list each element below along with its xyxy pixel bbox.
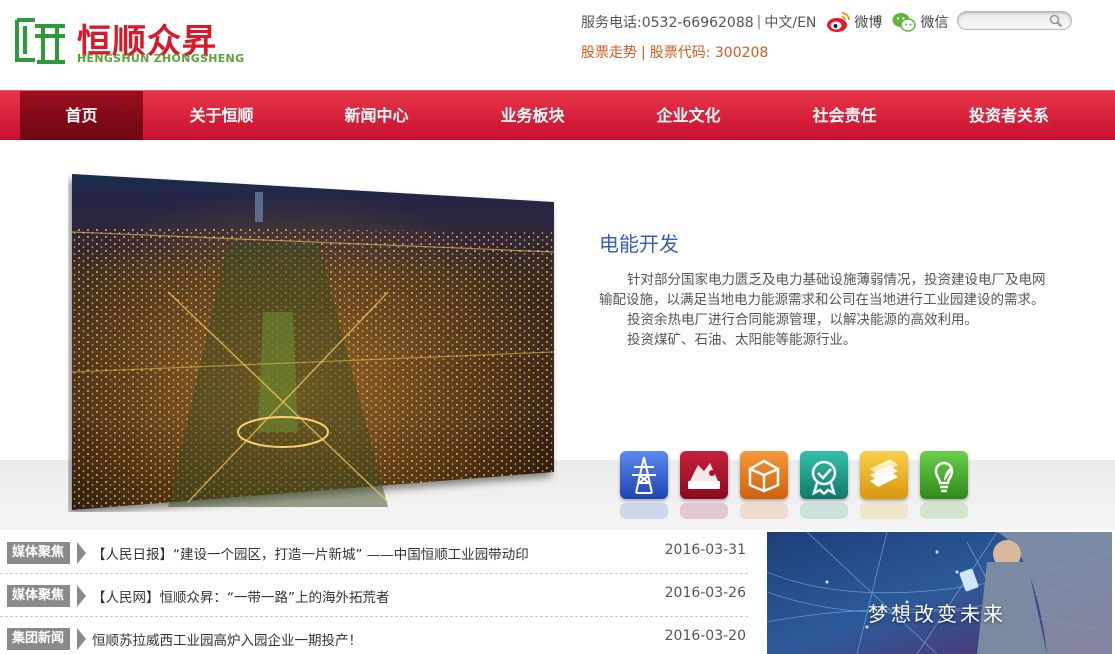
nav-item-home[interactable]: 首页 (20, 91, 143, 140)
feature-title: 电能开发 (599, 232, 679, 256)
nav-item-about[interactable]: 关于恒顺 (160, 91, 283, 140)
icon-reflection (860, 503, 908, 519)
news-item[interactable]: 集团新闻 恒顺苏拉威西工业园高炉入园企业一期投产！ 2016-03-20 (0, 618, 748, 654)
top-links: 服务电话:0532-66962088 | 中文/EN 微博 微信 (581, 12, 958, 32)
nav-item-business[interactable]: 业务板块 (471, 91, 594, 140)
news-item[interactable]: 媒体聚焦 【人民日报】“建设一个园区，打造一片新城” ——中国恒顺工业园带动印 … (0, 532, 748, 574)
wechat-label[interactable]: 微信 (920, 12, 948, 32)
wechat-icon[interactable] (892, 11, 917, 33)
logo[interactable]: 恒顺众昇 HENGSHUN ZHONGSHENG (13, 12, 253, 68)
icon-reflection (680, 503, 728, 519)
eco-bulb-icon[interactable] (920, 451, 968, 499)
news-tag: 集团新闻 (7, 628, 71, 650)
promo-background-image (767, 532, 1112, 654)
nav-item-responsibility[interactable]: 社会责任 (783, 91, 906, 140)
news-tag: 媒体聚焦 (7, 585, 71, 607)
feature-description: 针对部分国家电力匮乏及电力基础设施薄弱情况，投资建设电厂及电网输配设施，以满足当… (599, 270, 1051, 350)
nav-item-news[interactable]: 新闻中心 (315, 91, 438, 140)
money-icon[interactable] (860, 451, 908, 499)
logo-mark-icon (15, 18, 65, 64)
promo-banner[interactable]: 梦想改变未来 (767, 532, 1112, 654)
box-icon[interactable] (740, 451, 788, 499)
language-switch[interactable]: 中文/EN (764, 12, 816, 32)
news-item[interactable]: 媒体聚焦 【人民网】恒顺众昇：“一带一路”上的海外拓荒者 2016-03-26 (0, 575, 748, 617)
weibo-icon[interactable] (826, 11, 851, 33)
tag-arrow (77, 585, 86, 607)
icon-reflection (740, 503, 788, 519)
business-category-icons (620, 451, 980, 521)
icon-reflection (620, 503, 668, 519)
icon-reflection (800, 503, 848, 519)
tag-arrow (77, 542, 86, 564)
feature-paragraph: 投资余热电厂进行合同能源管理，以解决能源的高效利用。 (627, 312, 978, 328)
service-phone: 服务电话:0532-66962088 (581, 15, 754, 31)
main-nav: 首页 关于恒顺 新闻中心 业务板块 企业文化 社会责任 投资者关系 (0, 90, 1115, 140)
logo-english-text: HENGSHUN ZHONGSHENG (77, 52, 245, 65)
city-night-image (71, 174, 555, 510)
power-tower-icon[interactable] (620, 451, 668, 499)
news-date: 2016-03-31 (664, 542, 746, 558)
news-title[interactable]: 【人民日报】“建设一个园区，打造一片新城” ——中国恒顺工业园带动印 (92, 543, 529, 563)
news-title[interactable]: 【人民网】恒顺众昇：“一带一路”上的海外拓荒者 (92, 586, 390, 606)
stock-code: 股票代码: 300208 (649, 45, 769, 61)
news-date: 2016-03-26 (664, 585, 746, 601)
divider: | (641, 45, 646, 61)
search-box[interactable] (957, 11, 1072, 30)
nav-item-culture[interactable]: 企业文化 (627, 91, 750, 140)
feature-paragraph: 针对部分国家电力匮乏及电力基础设施薄弱情况，投资建设电厂及电网输配设施，以满足当… (599, 272, 1046, 308)
news-list: 媒体聚焦 【人民日报】“建设一个园区，打造一片新城” ——中国恒顺工业园带动印 … (0, 532, 760, 654)
promo-slogan: 梦想改变未来 (868, 602, 1006, 626)
banner: 电能开发 针对部分国家电力匮乏及电力基础设施薄弱情况，投资建设电厂及电网输配设施… (0, 140, 1115, 530)
search-icon[interactable] (1049, 14, 1063, 28)
divider: | (756, 14, 762, 30)
weibo-label[interactable]: 微博 (854, 12, 882, 32)
news-tag: 媒体聚焦 (7, 542, 71, 564)
news-date: 2016-03-20 (664, 628, 746, 644)
certificate-icon[interactable] (800, 451, 848, 499)
stock-info: 股票走势 | 股票代码: 300208 (581, 42, 768, 62)
tag-arrow (77, 628, 86, 650)
stock-trend-link[interactable]: 股票走势 (581, 45, 637, 61)
banner-photo[interactable] (68, 172, 558, 512)
social-links: 微博 微信 (826, 11, 958, 33)
news-title[interactable]: 恒顺苏拉威西工业园高炉入园企业一期投产！ (92, 629, 362, 649)
nav-item-investors[interactable]: 投资者关系 (950, 91, 1068, 140)
feature-paragraph: 投资煤矿、石油、太阳能等能源行业。 (627, 332, 857, 348)
header: 恒顺众昇 HENGSHUN ZHONGSHENG 服务电话:0532-66962… (0, 0, 1115, 90)
icon-reflection (920, 503, 968, 519)
industry-icon[interactable] (680, 451, 728, 499)
